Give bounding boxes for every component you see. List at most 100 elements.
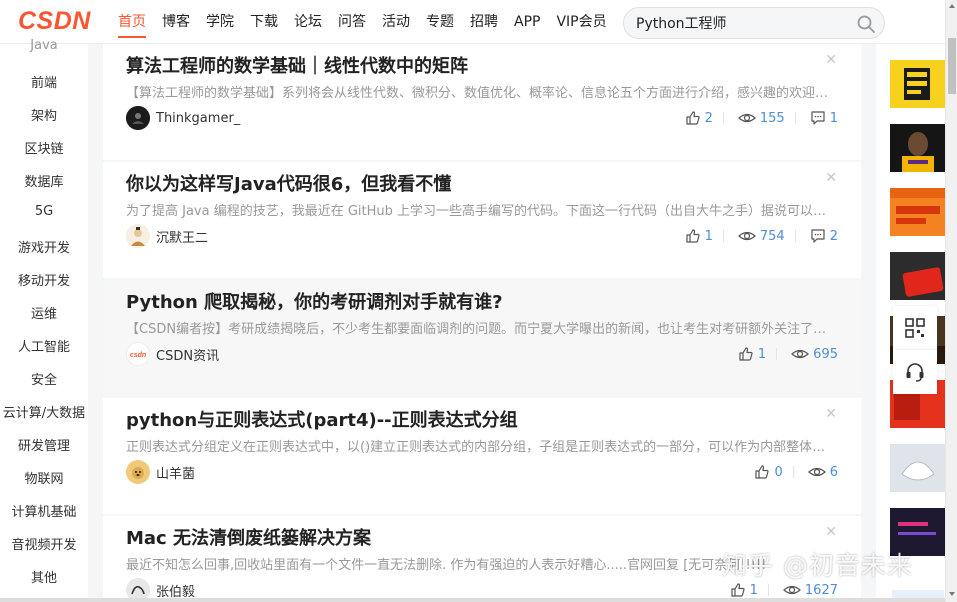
search-input[interactable] xyxy=(624,15,844,31)
nav-item-blog[interactable]: 博客 xyxy=(154,0,198,44)
thumbs-up-icon xyxy=(686,111,700,125)
article-title[interactable]: 你以为这样写Java代码很6，但我看不懂 xyxy=(126,170,451,196)
author-name: Thinkgamer_ xyxy=(156,110,241,126)
nav-item-jobs[interactable]: 招聘 xyxy=(462,0,506,44)
article-title[interactable]: python与正则表达式(part4)--正则表达式分组 xyxy=(126,406,518,432)
article-author[interactable]: csdn CSDN资讯 xyxy=(126,342,219,366)
sidebar-item-mobile[interactable]: 移动开发 xyxy=(0,270,88,289)
view-count: 1627 xyxy=(804,582,838,598)
sidebar-item-cloud[interactable]: 云计算/大数据 xyxy=(0,402,88,421)
article-author[interactable]: Thinkgamer_ xyxy=(126,106,240,130)
like-stat[interactable]: 0 xyxy=(754,464,783,480)
article-title[interactable]: Python 爬取揭秘，你的考研调剂对手就有谁? xyxy=(126,288,503,314)
sidebar-item-blockchain[interactable]: 区块链 xyxy=(0,138,88,157)
article-card[interactable]: python与正则表达式(part4)--正则表达式分组 ✕ 正则表达式分组定义… xyxy=(103,398,861,514)
nav-item-topics[interactable]: 专题 xyxy=(418,0,462,44)
close-icon[interactable]: ✕ xyxy=(825,52,837,68)
sidebar-item-av-dev[interactable]: 音视频开发 xyxy=(0,534,88,553)
category-sidebar: Java 前端 架构 区块链 数据库 5G 游戏开发 移动开发 运维 人工智能 … xyxy=(0,38,88,602)
like-stat[interactable]: 2 xyxy=(685,110,713,126)
comment-stat[interactable]: 2 xyxy=(810,228,838,244)
close-icon[interactable]: ✕ xyxy=(825,170,837,186)
thumbnail-image[interactable] xyxy=(890,124,946,172)
thumbnail-image[interactable] xyxy=(890,188,946,236)
sidebar-item-java[interactable]: Java xyxy=(0,38,88,53)
sidebar-item-iot[interactable]: 物联网 xyxy=(0,468,88,487)
close-icon[interactable]: ✕ xyxy=(825,524,837,540)
eye-icon xyxy=(791,349,810,359)
view-stat: 6 xyxy=(807,464,838,480)
nav-item-forum[interactable]: 论坛 xyxy=(286,0,330,44)
article-title[interactable]: Mac 无法清倒废纸篓解决方案 xyxy=(126,524,371,550)
thumbnail-image[interactable] xyxy=(890,444,946,492)
avatar xyxy=(126,224,150,248)
scroll-down-arrow-icon[interactable] xyxy=(948,590,956,598)
scrollbar-thumb[interactable] xyxy=(948,38,956,94)
eye-icon xyxy=(807,467,826,477)
like-stat[interactable]: 1 xyxy=(685,228,713,244)
page-scrollbar[interactable] xyxy=(945,0,957,602)
view-stat: 155 xyxy=(737,110,785,126)
sidebar-item-gamedev[interactable]: 游戏开发 xyxy=(0,237,88,256)
article-summary: 【CSDN编者按】考研成绩揭晓后，不少考生都要面临调剂的问题。而宁夏大学曝出的新… xyxy=(126,322,838,337)
search-box[interactable] xyxy=(623,7,885,39)
view-stat: 695 xyxy=(791,346,838,362)
csdn-logo[interactable]: CSDN xyxy=(0,7,110,36)
view-count: 6 xyxy=(829,464,838,480)
article-title[interactable]: 算法工程师的数学基础｜线性代数中的矩阵 xyxy=(126,52,468,78)
thumbs-up-icon xyxy=(686,229,700,243)
article-author[interactable]: 山羊菌 xyxy=(126,460,195,484)
like-count: 1 xyxy=(749,582,758,598)
divider xyxy=(767,584,769,596)
qr-code-button[interactable] xyxy=(893,306,937,350)
nav-item-home[interactable]: 首页 xyxy=(110,0,154,44)
divider xyxy=(722,112,724,124)
comment-stat[interactable]: 1 xyxy=(810,110,838,126)
article-stats: 0 6 xyxy=(740,460,838,484)
article-card[interactable]: 你以为这样写Java代码很6，但我看不懂 ✕ 为了提高 Java 编程的技艺，我… xyxy=(103,162,861,278)
article-stats: 2 155 1 xyxy=(671,106,838,130)
thumbs-up-icon xyxy=(731,583,745,597)
sidebar-item-cs-basics[interactable]: 计算机基础 xyxy=(0,501,88,520)
like-stat[interactable]: 1 xyxy=(738,346,766,362)
article-summary: 【算法工程师的数学基础】系列将会从线性代数、微积分、数值优化、概率论、信息论五个… xyxy=(126,86,838,101)
thumbnail-image[interactable] xyxy=(890,60,946,108)
nav-item-events[interactable]: 活动 xyxy=(374,0,418,44)
article-summary: 为了提高 Java 编程的技艺，我最近在 GitHub 上学习一些高手编写的代码… xyxy=(126,204,838,219)
nav-item-academy[interactable]: 学院 xyxy=(198,0,242,44)
eye-icon xyxy=(737,231,756,241)
comment-icon xyxy=(811,229,825,243)
scroll-up-arrow-icon[interactable] xyxy=(948,2,956,10)
thumbnail-image[interactable] xyxy=(890,252,946,300)
article-card[interactable]: 算法工程师的数学基础｜线性代数中的矩阵 ✕ 【算法工程师的数学基础】系列将会从线… xyxy=(103,44,861,160)
eye-icon xyxy=(737,113,756,123)
sidebar-item-database[interactable]: 数据库 xyxy=(0,171,88,190)
sidebar-item-other[interactable]: 其他 xyxy=(0,567,88,586)
nav-item-app[interactable]: APP xyxy=(506,0,548,44)
sidebar-item-frontend[interactable]: 前端 xyxy=(0,72,88,91)
customer-service-button[interactable] xyxy=(893,350,937,394)
nav-item-qa[interactable]: 问答 xyxy=(330,0,374,44)
sidebar-item-5g[interactable]: 5G xyxy=(0,204,88,219)
nav-item-download[interactable]: 下载 xyxy=(242,0,286,44)
view-count: 155 xyxy=(759,110,785,126)
article-card[interactable]: Python 爬取揭秘，你的考研调剂对手就有谁? 【CSDN编者按】考研成绩揭晓… xyxy=(103,280,861,396)
close-icon[interactable]: ✕ xyxy=(825,406,837,422)
sidebar-item-architecture[interactable]: 架构 xyxy=(0,105,88,124)
article-author[interactable]: 沉默王二 xyxy=(126,224,208,248)
divider xyxy=(722,230,724,242)
avatar: csdn xyxy=(126,342,150,366)
sidebar-item-rd-management[interactable]: 研发管理 xyxy=(0,435,88,454)
search-icon[interactable] xyxy=(856,14,876,34)
like-count: 0 xyxy=(774,464,783,480)
sidebar-item-ops[interactable]: 运维 xyxy=(0,303,88,322)
sidebar-item-security[interactable]: 安全 xyxy=(0,369,88,388)
nav-item-vip[interactable]: VIP会员 xyxy=(548,0,614,44)
avatar xyxy=(126,460,150,484)
like-stat[interactable]: 1 xyxy=(730,582,758,598)
thumbs-up-icon xyxy=(755,465,770,479)
sidebar-item-ai[interactable]: 人工智能 xyxy=(0,336,88,355)
article-stats: 1 754 2 xyxy=(671,224,838,248)
view-count: 754 xyxy=(759,228,785,244)
comment-count: 1 xyxy=(829,110,838,126)
